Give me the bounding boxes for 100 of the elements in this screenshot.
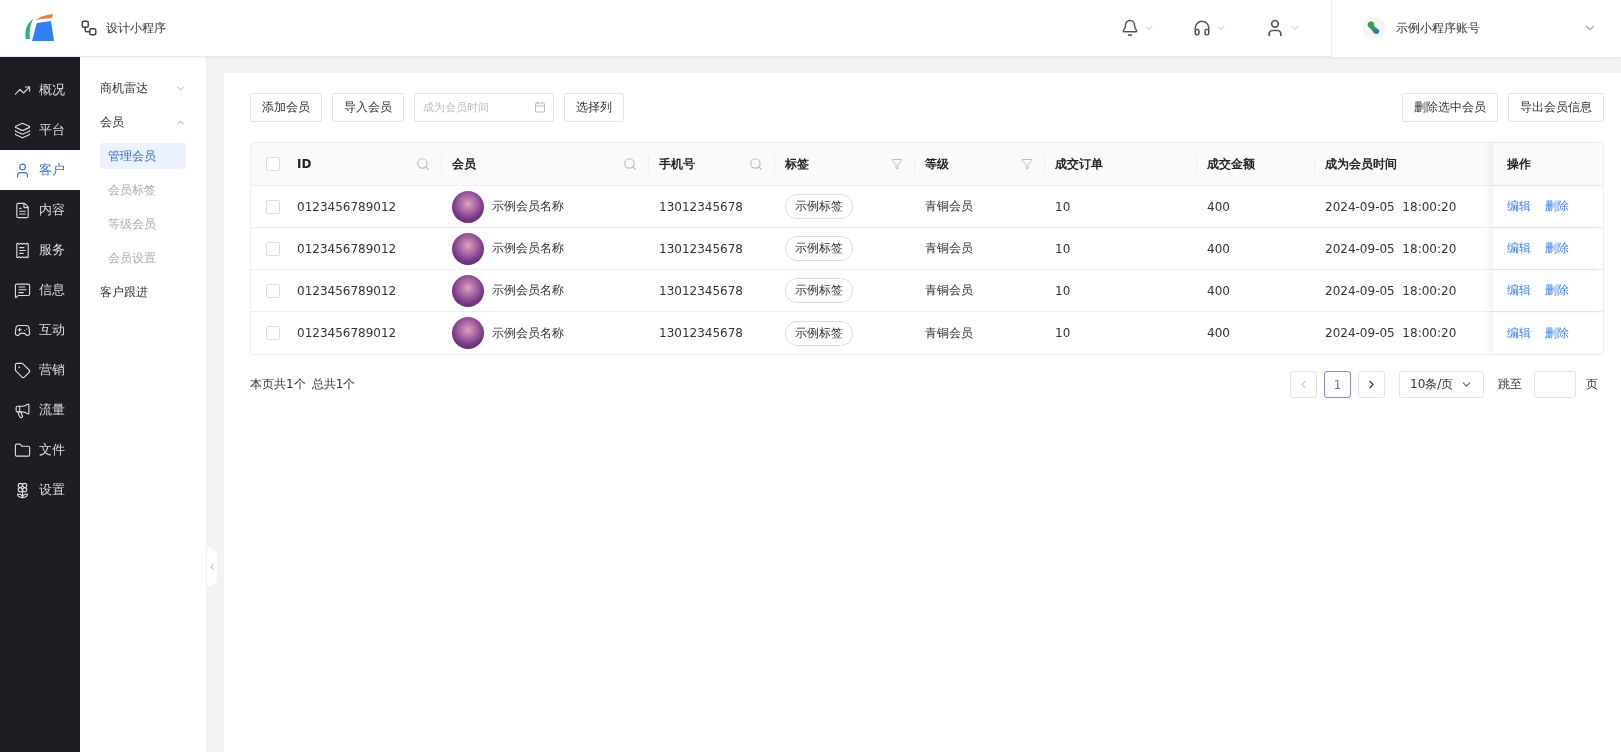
row-checkbox[interactable] [266,283,280,298]
folder-icon [14,441,31,459]
search-icon[interactable] [749,157,763,171]
tag-icon [14,361,31,379]
id-cell: 0123456789012 [297,283,397,298]
jump-label: 跳至 [1498,376,1522,393]
joined-time-cell: 2024-09-05 18:00:20 [1325,283,1457,298]
user-icon [14,161,31,179]
page-count-text: 本页共1个 [250,376,306,393]
account-selector[interactable]: 示例小程序账号 [1331,0,1621,57]
page-size-select[interactable]: 10条/页 [1399,371,1484,398]
date-field[interactable]: 成为会员时间 [414,93,554,122]
level-cell: 青铜会员 [925,240,973,257]
joined-time-cell: 2024-09-05 18:00:20 [1325,199,1457,214]
avatar-placeholder [452,317,484,349]
joined-time-cell: 2024-09-05 18:00:20 [1325,241,1457,256]
member-name: 示例会员名称 [492,324,564,342]
action-link[interactable]: 编辑 [1507,282,1531,299]
submenu-item[interactable]: 管理会员 [100,143,186,169]
orders-cell: 10 [1055,326,1071,340]
select-columns-button[interactable]: 选择列 [564,93,624,122]
submenu-group[interactable]: 商机雷达 [100,71,186,105]
layers-icon [14,121,31,139]
search-icon[interactable] [623,157,637,171]
toolbar-button[interactable]: 导入会员 [332,93,404,122]
document-icon [14,201,31,219]
collapse-handle[interactable] [207,547,217,587]
action-link[interactable]: 删除 [1545,324,1569,342]
message-icon [14,281,31,299]
tag-chip: 示例标签 [785,278,853,303]
page-jump-input[interactable] [1534,371,1576,398]
row-checkbox[interactable] [266,199,280,214]
joined-time-cell: 2024-09-05 18:00:20 [1325,326,1457,340]
submenu-group[interactable]: 会员 [100,105,186,139]
tag-chip: 示例标签 [785,320,853,346]
logo-icon [23,13,57,43]
phone-cell: 13012345678 [659,283,743,298]
toolbar-button[interactable]: 删除选中会员 [1402,93,1498,122]
total-count-text: 总共1个 [311,376,356,393]
column-header: 会员 [452,155,476,173]
column-header: 操作 [1507,155,1531,173]
notification-button[interactable] [1121,19,1155,37]
nav-item[interactable]: 客户 [0,150,80,190]
filter-icon[interactable] [1021,158,1033,170]
phone-cell: 13012345678 [659,199,743,214]
avatar-placeholder [452,232,484,265]
calendar-icon [534,101,546,113]
support-button[interactable] [1193,19,1227,37]
orders-cell: 10 [1055,283,1071,298]
avatar-placeholder [452,190,484,223]
workflow-icon [80,19,98,37]
column-header: 成交订单 [1055,155,1103,173]
column-header: 标签 [785,155,809,173]
user-icon [1265,18,1285,38]
megaphone-icon [14,401,31,419]
bell-icon [1121,19,1139,37]
orders-cell: 10 [1055,199,1071,214]
row-checkbox[interactable] [266,326,280,340]
next-page-button[interactable] [1358,371,1385,398]
row-checkbox[interactable] [266,241,280,256]
action-link[interactable]: 编辑 [1507,324,1531,342]
id-cell: 0123456789012 [297,199,397,214]
amount-cell: 400 [1207,326,1230,340]
orders-cell: 10 [1055,241,1071,256]
avatar-placeholder [452,274,484,307]
member-name: 示例会员名称 [492,282,564,299]
phone-cell: 13012345678 [659,326,743,340]
headset-icon [1193,19,1211,37]
column-header: ID [297,157,312,171]
user-menu-button[interactable] [1265,18,1301,38]
previous-page-button[interactable] [1290,371,1317,398]
amount-cell: 400 [1207,199,1230,214]
app-label[interactable]: 设计小程序 [106,19,166,37]
filter-icon[interactable] [891,158,903,170]
id-cell: 0123456789012 [297,326,397,340]
phone-cell: 13012345678 [659,241,743,256]
toolbar-button[interactable]: 导出会员信息 [1508,93,1604,122]
column-header: 成为会员时间 [1325,155,1397,173]
account-avatar-icon [1362,16,1386,40]
page-suffix: 页 [1586,376,1598,393]
column-header: 成交金额 [1207,155,1255,173]
level-cell: 青铜会员 [925,282,973,299]
page-button[interactable]: 1 [1324,371,1351,398]
member-name: 示例会员名称 [492,240,564,257]
action-link[interactable]: 编辑 [1507,240,1531,257]
action-link[interactable]: 删除 [1545,198,1569,215]
receipt-icon [14,241,31,259]
toolbar-button[interactable]: 添加会员 [250,93,322,122]
action-link[interactable]: 删除 [1545,240,1569,257]
settings-icon [14,481,31,499]
level-cell: 青铜会员 [925,198,973,215]
id-cell: 0123456789012 [297,241,397,256]
action-link[interactable]: 删除 [1545,282,1569,299]
search-icon[interactable] [416,157,430,171]
level-cell: 青铜会员 [925,324,973,342]
member-name: 示例会员名称 [492,198,564,215]
submenu-group[interactable]: 客户跟进 [100,275,186,309]
amount-cell: 400 [1207,283,1230,298]
action-link[interactable]: 编辑 [1507,198,1531,215]
select-all-checkbox[interactable] [266,157,280,171]
